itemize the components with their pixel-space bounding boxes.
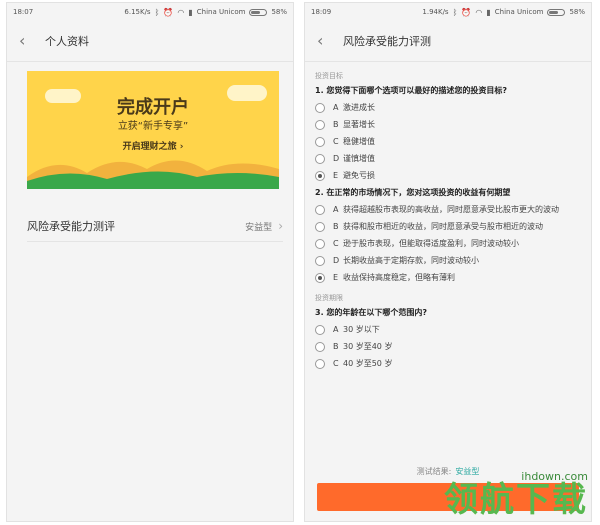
- status-time: 18:09: [311, 8, 332, 16]
- navbar: ‹ 个人资料: [7, 21, 293, 62]
- q1-option-d[interactable]: D 谨慎增值: [315, 153, 581, 164]
- battery-level: 58%: [271, 8, 287, 16]
- wifi-icon: ◠: [177, 7, 185, 17]
- alarm-icon: ⏰: [163, 7, 174, 17]
- open-account-banner[interactable]: 完成开户 立获“新手专享” 开启理财之旅 ›: [27, 71, 279, 189]
- q1-option-c[interactable]: C 稳健增值: [315, 136, 581, 147]
- radio-checked[interactable]: [315, 171, 325, 181]
- radio-unchecked[interactable]: [315, 120, 325, 130]
- q1-option-a[interactable]: A 激进成长: [315, 102, 581, 113]
- q3-option-b[interactable]: B 30 岁至40 岁: [315, 341, 581, 352]
- network-speed: 6.15K/s: [124, 8, 151, 16]
- q1-option-b[interactable]: B 显著增长: [315, 119, 581, 130]
- radio-unchecked[interactable]: [315, 342, 325, 352]
- question-1-title: 1. 您觉得下面哪个选项可以最好的描述您的投资目标?: [315, 86, 508, 95]
- signal-icon: ▮: [486, 7, 491, 17]
- section-label-investment-term: 投资期限: [315, 294, 343, 302]
- signal-icon: ▮: [188, 7, 193, 17]
- risk-assessment-value: 安益型 ›: [245, 219, 283, 233]
- banner-title: 完成开户: [117, 97, 189, 118]
- battery-level: 58%: [569, 8, 585, 16]
- status-bar: 18:09 1.94K/s ᛒ ⏰ ◠ ▮ China Unicom 58%: [305, 3, 591, 21]
- hills-illustration: [27, 160, 279, 189]
- carrier-name: China Unicom: [196, 8, 246, 16]
- risk-assessment-row[interactable]: 风险承受能力测评 安益型 ›: [27, 211, 283, 242]
- site-watermark: ihdown.com 领航下载: [444, 470, 588, 517]
- q3-option-c[interactable]: C 40 岁至50 岁: [315, 358, 581, 369]
- question-2-title: 2. 在正常的市场情况下，您对这项投资的收益有何期望: [315, 188, 511, 197]
- risk-assessment-label: 风险承受能力测评: [27, 220, 115, 233]
- radio-unchecked[interactable]: [315, 359, 325, 369]
- radio-unchecked[interactable]: [315, 154, 325, 164]
- radio-unchecked[interactable]: [315, 103, 325, 113]
- page-title: 个人资料: [45, 35, 89, 48]
- radio-unchecked[interactable]: [315, 325, 325, 335]
- q3-option-a[interactable]: A 30 岁以下: [315, 324, 581, 335]
- q2-option-c[interactable]: C 逊于股市表现，但能取得适度盈利，同时波动较小: [315, 238, 581, 249]
- banner-subtitle: 立获“新手专享”: [117, 121, 189, 132]
- phone-right: 18:09 1.94K/s ᛒ ⏰ ◠ ▮ China Unicom 58% ‹…: [304, 2, 592, 522]
- alarm-icon: ⏰: [461, 7, 472, 17]
- chevron-right-icon: ›: [278, 219, 283, 233]
- q1-option-e[interactable]: E 避免亏损: [315, 170, 581, 181]
- phone-left: 18:07 6.15K/s ᛒ ⏰ ◠ ▮ China Unicom 58% ‹…: [6, 2, 294, 522]
- radio-unchecked[interactable]: [315, 222, 325, 232]
- radio-unchecked[interactable]: [315, 256, 325, 266]
- status-time: 18:07: [13, 8, 34, 16]
- bluetooth-icon: ᛒ: [154, 7, 160, 17]
- page-title: 风险承受能力评测: [343, 35, 431, 48]
- network-speed: 1.94K/s: [422, 8, 449, 16]
- status-right: 6.15K/s ᛒ ⏰ ◠ ▮ China Unicom 58%: [124, 8, 287, 17]
- q2-option-b[interactable]: B 获得和股市相近的收益，同时愿意承受与股市相近的波动: [315, 221, 581, 232]
- back-arrow-icon[interactable]: ‹: [317, 33, 333, 49]
- risk-questionnaire: 投资目标 1. 您觉得下面哪个选项可以最好的描述您的投资目标? A 激进成长 B显…: [305, 61, 591, 461]
- bluetooth-icon: ᛒ: [452, 7, 458, 17]
- wifi-icon: ◠: [475, 7, 483, 17]
- status-right: 1.94K/s ᛒ ⏰ ◠ ▮ China Unicom 58%: [422, 8, 585, 17]
- risk-type: 安益型: [245, 222, 273, 233]
- radio-unchecked[interactable]: [315, 239, 325, 249]
- navbar: ‹ 风险承受能力评测: [305, 21, 591, 62]
- screenshot-stage: 18:07 6.15K/s ᛒ ⏰ ◠ ▮ China Unicom 58% ‹…: [0, 0, 600, 525]
- q2-option-a[interactable]: A 获得超越股市表现的高收益，同时愿意承受比股市更大的波动: [315, 204, 581, 215]
- status-bar: 18:07 6.15K/s ᛒ ⏰ ◠ ▮ China Unicom 58%: [7, 3, 293, 21]
- battery-icon: [249, 8, 268, 16]
- carrier-name: China Unicom: [494, 8, 544, 16]
- radio-unchecked[interactable]: [315, 137, 325, 147]
- battery-icon: [547, 8, 566, 16]
- radio-checked[interactable]: [315, 273, 325, 283]
- radio-unchecked[interactable]: [315, 205, 325, 215]
- watermark-text: 领航下载: [444, 480, 588, 520]
- section-label-investment-goal: 投资目标: [315, 72, 343, 80]
- back-arrow-icon[interactable]: ‹: [19, 33, 35, 49]
- question-3-title: 3. 您的年龄在以下哪个范围内?: [315, 308, 428, 317]
- q2-option-d[interactable]: D 长期收益高于定期存款，同时波动较小: [315, 255, 581, 266]
- q2-option-e[interactable]: E 收益保持高度稳定，但略有薄利: [315, 272, 581, 283]
